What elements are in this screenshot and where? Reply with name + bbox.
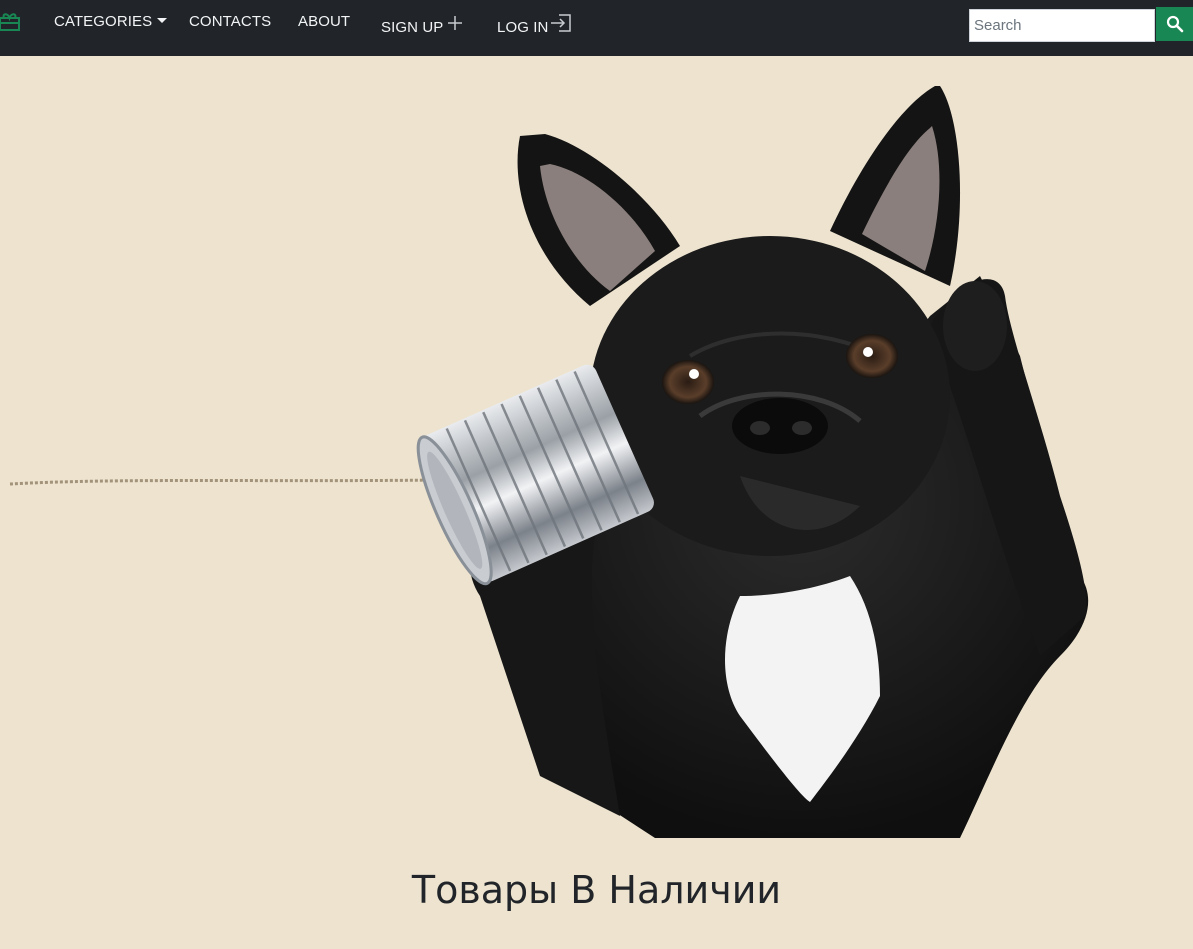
nav-about-link[interactable]: ABOUT — [298, 13, 350, 30]
nav-categories-dropdown[interactable]: CATEGORIES — [54, 13, 168, 30]
page-title: Товары В Наличии — [411, 868, 782, 912]
nav-contacts-link[interactable]: CONTACTS — [189, 13, 271, 30]
hero-banner — [0, 56, 1193, 856]
search-button[interactable] — [1156, 7, 1193, 41]
search-icon — [1166, 15, 1183, 33]
nav-categories-label: CATEGORIES — [54, 13, 153, 30]
nav-signup-label: SIGN UP — [381, 19, 444, 36]
search-input[interactable] — [969, 9, 1155, 42]
nav-signup-link[interactable]: SIGN UP — [381, 10, 463, 36]
nav-login-label: LOG IN — [497, 19, 549, 36]
gift-icon — [0, 13, 20, 31]
nav-login-link[interactable]: LOG IN — [497, 10, 572, 36]
caret-down-icon — [157, 18, 168, 23]
brand-link[interactable] — [0, 10, 22, 32]
login-icon — [551, 14, 572, 32]
plus-icon — [448, 16, 463, 30]
top-navbar: CATEGORIES CONTACTS ABOUT SIGN UP LOG IN — [0, 0, 1193, 56]
hero-image — [9, 86, 1089, 838]
